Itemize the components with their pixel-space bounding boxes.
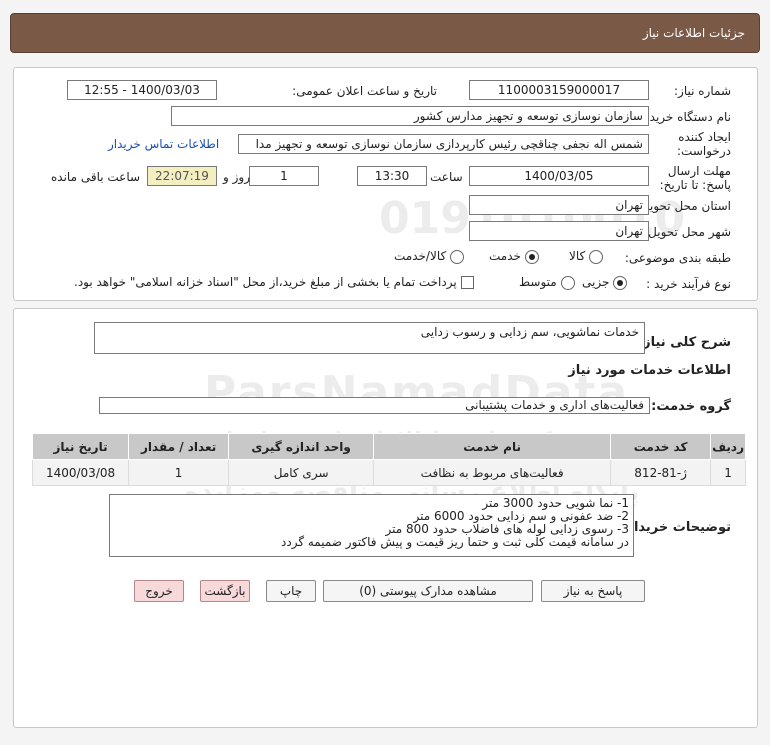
radio-service[interactable] xyxy=(524,249,539,264)
service-group-field: فعالیت‌های اداری و خدمات پشتیبانی xyxy=(99,397,650,414)
summary-label: شرح کلی نیاز: xyxy=(637,335,731,350)
radio-goods[interactable] xyxy=(589,249,604,264)
table-row: 1 ژ-81-812 فعالیت‌های مربوط به نظافت سری… xyxy=(31,459,746,486)
cell-date: 1400/03/08 xyxy=(31,459,130,486)
cell-qty: 1 xyxy=(128,459,230,486)
announce-label: تاریخ و ساعت اعلان عمومی: xyxy=(292,84,437,98)
creator-field: شمس اله نجفی چناقچی رئیس کارپردازی سازما… xyxy=(238,134,649,154)
category-option-goods[interactable]: کالا xyxy=(569,249,604,264)
need-number-label: شماره نیاز: xyxy=(674,84,731,98)
radio-service-label: خدمت xyxy=(489,249,521,263)
creator-label: ایجاد کننده درخواست: xyxy=(677,130,731,158)
print-button[interactable]: چاپ xyxy=(266,580,316,602)
cell-unit: سری کامل xyxy=(228,459,375,486)
category-option-service[interactable]: خدمت xyxy=(489,249,539,264)
buyer-org-label: نام دستگاه خریدار: xyxy=(636,110,732,124)
buyer-org-field: سازمان نوسازی توسعه و تجهیز مدارس کشور xyxy=(171,106,649,126)
deadline-date-field: 1400/03/05 xyxy=(469,166,649,186)
category-label: طبقه بندی موضوعی: xyxy=(624,251,731,265)
cell-code: ژ-81-812 xyxy=(610,459,712,486)
buyer-contact-link[interactable]: اطلاعات تماس خریدار xyxy=(108,137,219,151)
page-header: جزئیات اطلاعات نیاز xyxy=(10,13,760,53)
treasury-option[interactable]: پرداخت تمام یا بخشی از مبلغ خرید،از محل … xyxy=(74,275,474,289)
services-table: ردیف کد خدمت نام خدمت واحد اندازه گیری ت… xyxy=(31,433,746,486)
buyer-notes-field: 1- نما شویی حدود 3000 متر 2- ضد عفونی و … xyxy=(109,494,634,557)
need-info-panel: 0191010010 شماره نیاز: 1100003159000017 … xyxy=(13,67,758,301)
col-qty: تعداد / مقدار xyxy=(128,433,230,460)
cell-name: فعالیت‌های مربوط به نظافت xyxy=(373,459,612,486)
radio-medium[interactable] xyxy=(560,275,575,290)
cell-row: 1 xyxy=(710,459,746,486)
announce-field: 1400/03/03 - 12:55 xyxy=(67,80,217,100)
exit-button[interactable]: خروج xyxy=(134,580,184,602)
need-number-field: 1100003159000017 xyxy=(469,80,649,100)
remaining-time-field: 22:07:19 xyxy=(147,166,217,186)
back-button[interactable]: بازگشت xyxy=(200,580,250,602)
radio-medium-label: متوسط xyxy=(519,275,557,289)
days-label: روز و xyxy=(223,170,250,184)
col-row: ردیف xyxy=(710,433,746,460)
col-date: تاریخ نیاز xyxy=(31,433,130,460)
note-line-4: در سامانه قیمت کلی ثبت و حتما ریز قیمت و… xyxy=(281,535,629,549)
col-name: نام خدمت xyxy=(373,433,612,460)
radio-goods-label: کالا xyxy=(569,249,586,263)
city-label: شهر محل تحویل: xyxy=(644,225,731,239)
radio-goods-service-label: کالا/خدمت xyxy=(394,249,447,263)
treasury-checkbox[interactable] xyxy=(460,276,474,289)
radio-minor[interactable] xyxy=(613,275,628,290)
purchase-type-label: نوع فرآیند خرید : xyxy=(646,277,731,291)
deadline-time-label: ساعت xyxy=(430,170,463,184)
treasury-note: پرداخت تمام یا بخشی از مبلغ خرید،از محل … xyxy=(74,275,457,289)
reply-button[interactable]: پاسخ به نیاز xyxy=(541,580,645,602)
category-option-goods-service[interactable]: کالا/خدمت xyxy=(394,249,465,264)
service-group-label: گروه خدمت: xyxy=(651,399,731,414)
purchase-option-minor[interactable]: جزیی xyxy=(582,275,628,290)
attachments-button[interactable]: مشاهده مدارک پیوستی (0) xyxy=(323,580,533,602)
page-title: جزئیات اطلاعات نیاز xyxy=(642,26,745,40)
remaining-label: ساعت باقی مانده xyxy=(51,170,141,184)
province-label: استان محل تحویل: xyxy=(636,199,731,213)
col-code: کد خدمت xyxy=(610,433,712,460)
city-field: تهران xyxy=(469,221,649,241)
days-field: 1 xyxy=(249,166,319,186)
radio-goods-service[interactable] xyxy=(450,249,465,264)
col-unit: واحد اندازه گیری xyxy=(228,433,375,460)
table-header-row: ردیف کد خدمت نام خدمت واحد اندازه گیری ت… xyxy=(31,433,746,460)
radio-minor-label: جزیی xyxy=(582,275,610,289)
summary-field: خدمات نماشویی، سم زدایی و رسوب زدایی xyxy=(94,322,645,354)
purchase-option-medium[interactable]: متوسط xyxy=(519,275,575,290)
services-title: اطلاعات خدمات مورد نیاز xyxy=(568,363,731,378)
services-panel: ParsNamadData مرکز فراوری اطلاعات پارس ن… xyxy=(13,308,758,728)
buyer-notes-label: توضیحات خریدار: xyxy=(621,520,731,535)
province-field: تهران xyxy=(469,195,649,215)
deadline-time-field: 13:30 xyxy=(357,166,427,186)
deadline-label: مهلت ارسال پاسخ: تا تاریخ: xyxy=(659,164,731,192)
